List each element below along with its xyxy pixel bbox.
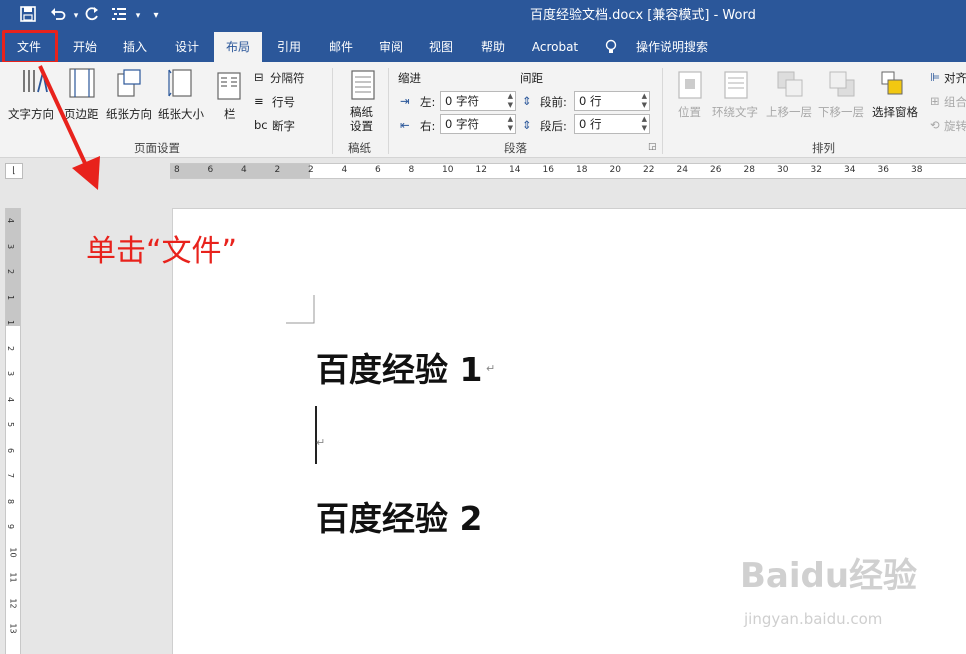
watermark-url: jingyan.baidu.com bbox=[744, 610, 883, 628]
watermark-logo: Baidu经验 bbox=[740, 556, 918, 596]
